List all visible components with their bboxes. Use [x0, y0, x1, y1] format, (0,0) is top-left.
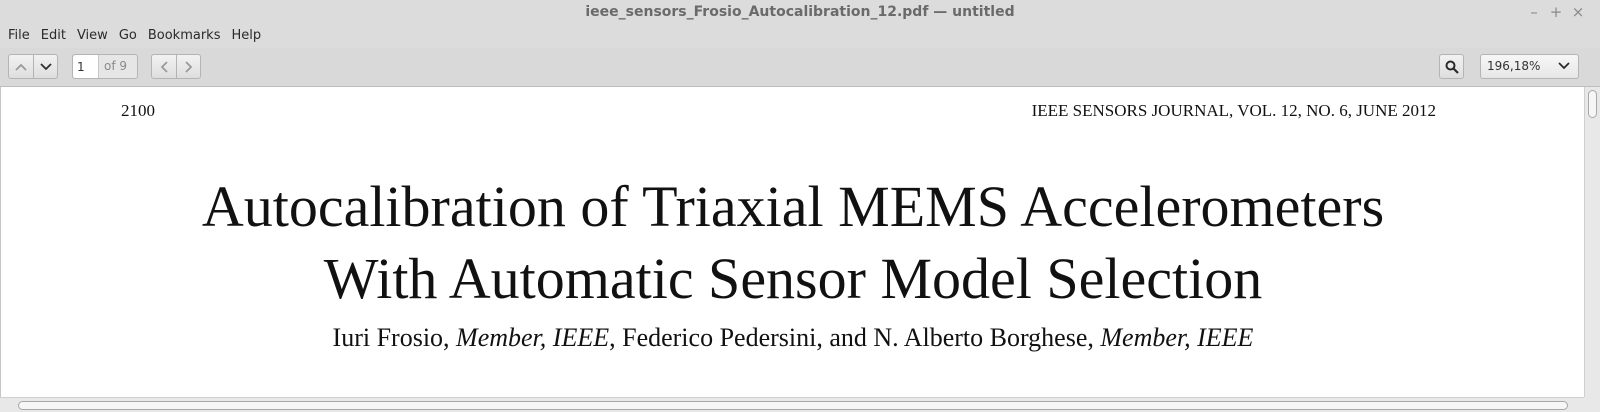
page-header-number: 2100: [121, 101, 155, 120]
menu-bar: File Edit View Go Bookmarks Help: [0, 26, 1600, 48]
history-nav-group: [151, 54, 201, 79]
page-number-input[interactable]: [73, 55, 99, 78]
zoom-select[interactable]: 196,18%: [1480, 54, 1579, 79]
page-count-label: of 9: [104, 59, 128, 73]
document-viewport[interactable]: 2100 IEEE SENSORS JOURNAL, VOL. 12, NO. …: [0, 87, 1584, 397]
author-1-role: Member, IEEE: [456, 323, 610, 352]
page-nav-group: [8, 54, 58, 79]
horizontal-scrollbar[interactable]: [0, 397, 1584, 412]
menu-bookmarks[interactable]: Bookmarks: [144, 26, 225, 48]
history-back-button[interactable]: [152, 55, 176, 78]
search-button[interactable]: [1439, 54, 1464, 79]
chevron-down-icon: [39, 62, 52, 70]
toolbar: of 9 196,18%: [0, 48, 1600, 87]
minimize-button[interactable]: –: [1525, 3, 1543, 21]
zoom-value: 196,18%: [1487, 59, 1541, 73]
author-3-role: Member, IEEE: [1100, 323, 1254, 352]
previous-page-button[interactable]: [9, 55, 33, 78]
menu-edit[interactable]: Edit: [37, 26, 70, 48]
menu-view[interactable]: View: [73, 26, 112, 48]
paper-title: Autocalibration of Triaxial MEMS Acceler…: [1, 171, 1584, 315]
paper-title-line-1: Autocalibration of Triaxial MEMS Acceler…: [201, 174, 1385, 239]
horizontal-scroll-thumb[interactable]: [18, 401, 1568, 410]
scrollbar-corner: [1584, 397, 1600, 412]
author-2-3: , Federico Pedersini, and N. Alberto Bor…: [609, 323, 1101, 352]
chevron-right-icon: [184, 60, 192, 73]
chevron-up-icon: [15, 63, 27, 71]
page-header-journal: IEEE SENSORS JOURNAL, VOL. 12, NO. 6, JU…: [1031, 101, 1436, 120]
menu-help[interactable]: Help: [227, 26, 265, 48]
paper-authors: Iuri Frosio, Member, IEEE, Federico Pede…: [1, 323, 1584, 353]
chevron-left-icon: [160, 60, 168, 73]
paper-title-line-2: With Automatic Sensor Model Selection: [323, 246, 1263, 311]
next-page-button[interactable]: [33, 55, 57, 78]
window-titlebar: ieee_sensors_Frosio_Autocalibration_12.p…: [0, 0, 1600, 26]
menu-go[interactable]: Go: [115, 26, 141, 48]
vertical-scrollbar[interactable]: [1584, 87, 1600, 397]
history-forward-button[interactable]: [176, 55, 200, 78]
caret-down-icon: [1558, 62, 1570, 70]
page-selector: of 9: [72, 54, 138, 79]
vertical-scroll-thumb[interactable]: [1588, 90, 1597, 118]
menu-file[interactable]: File: [4, 26, 34, 48]
maximize-button[interactable]: +: [1547, 3, 1565, 21]
author-1: Iuri Frosio,: [332, 323, 457, 352]
close-button[interactable]: ×: [1569, 3, 1587, 21]
search-icon: [1445, 60, 1459, 74]
window-title: ieee_sensors_Frosio_Autocalibration_12.p…: [585, 4, 1015, 20]
